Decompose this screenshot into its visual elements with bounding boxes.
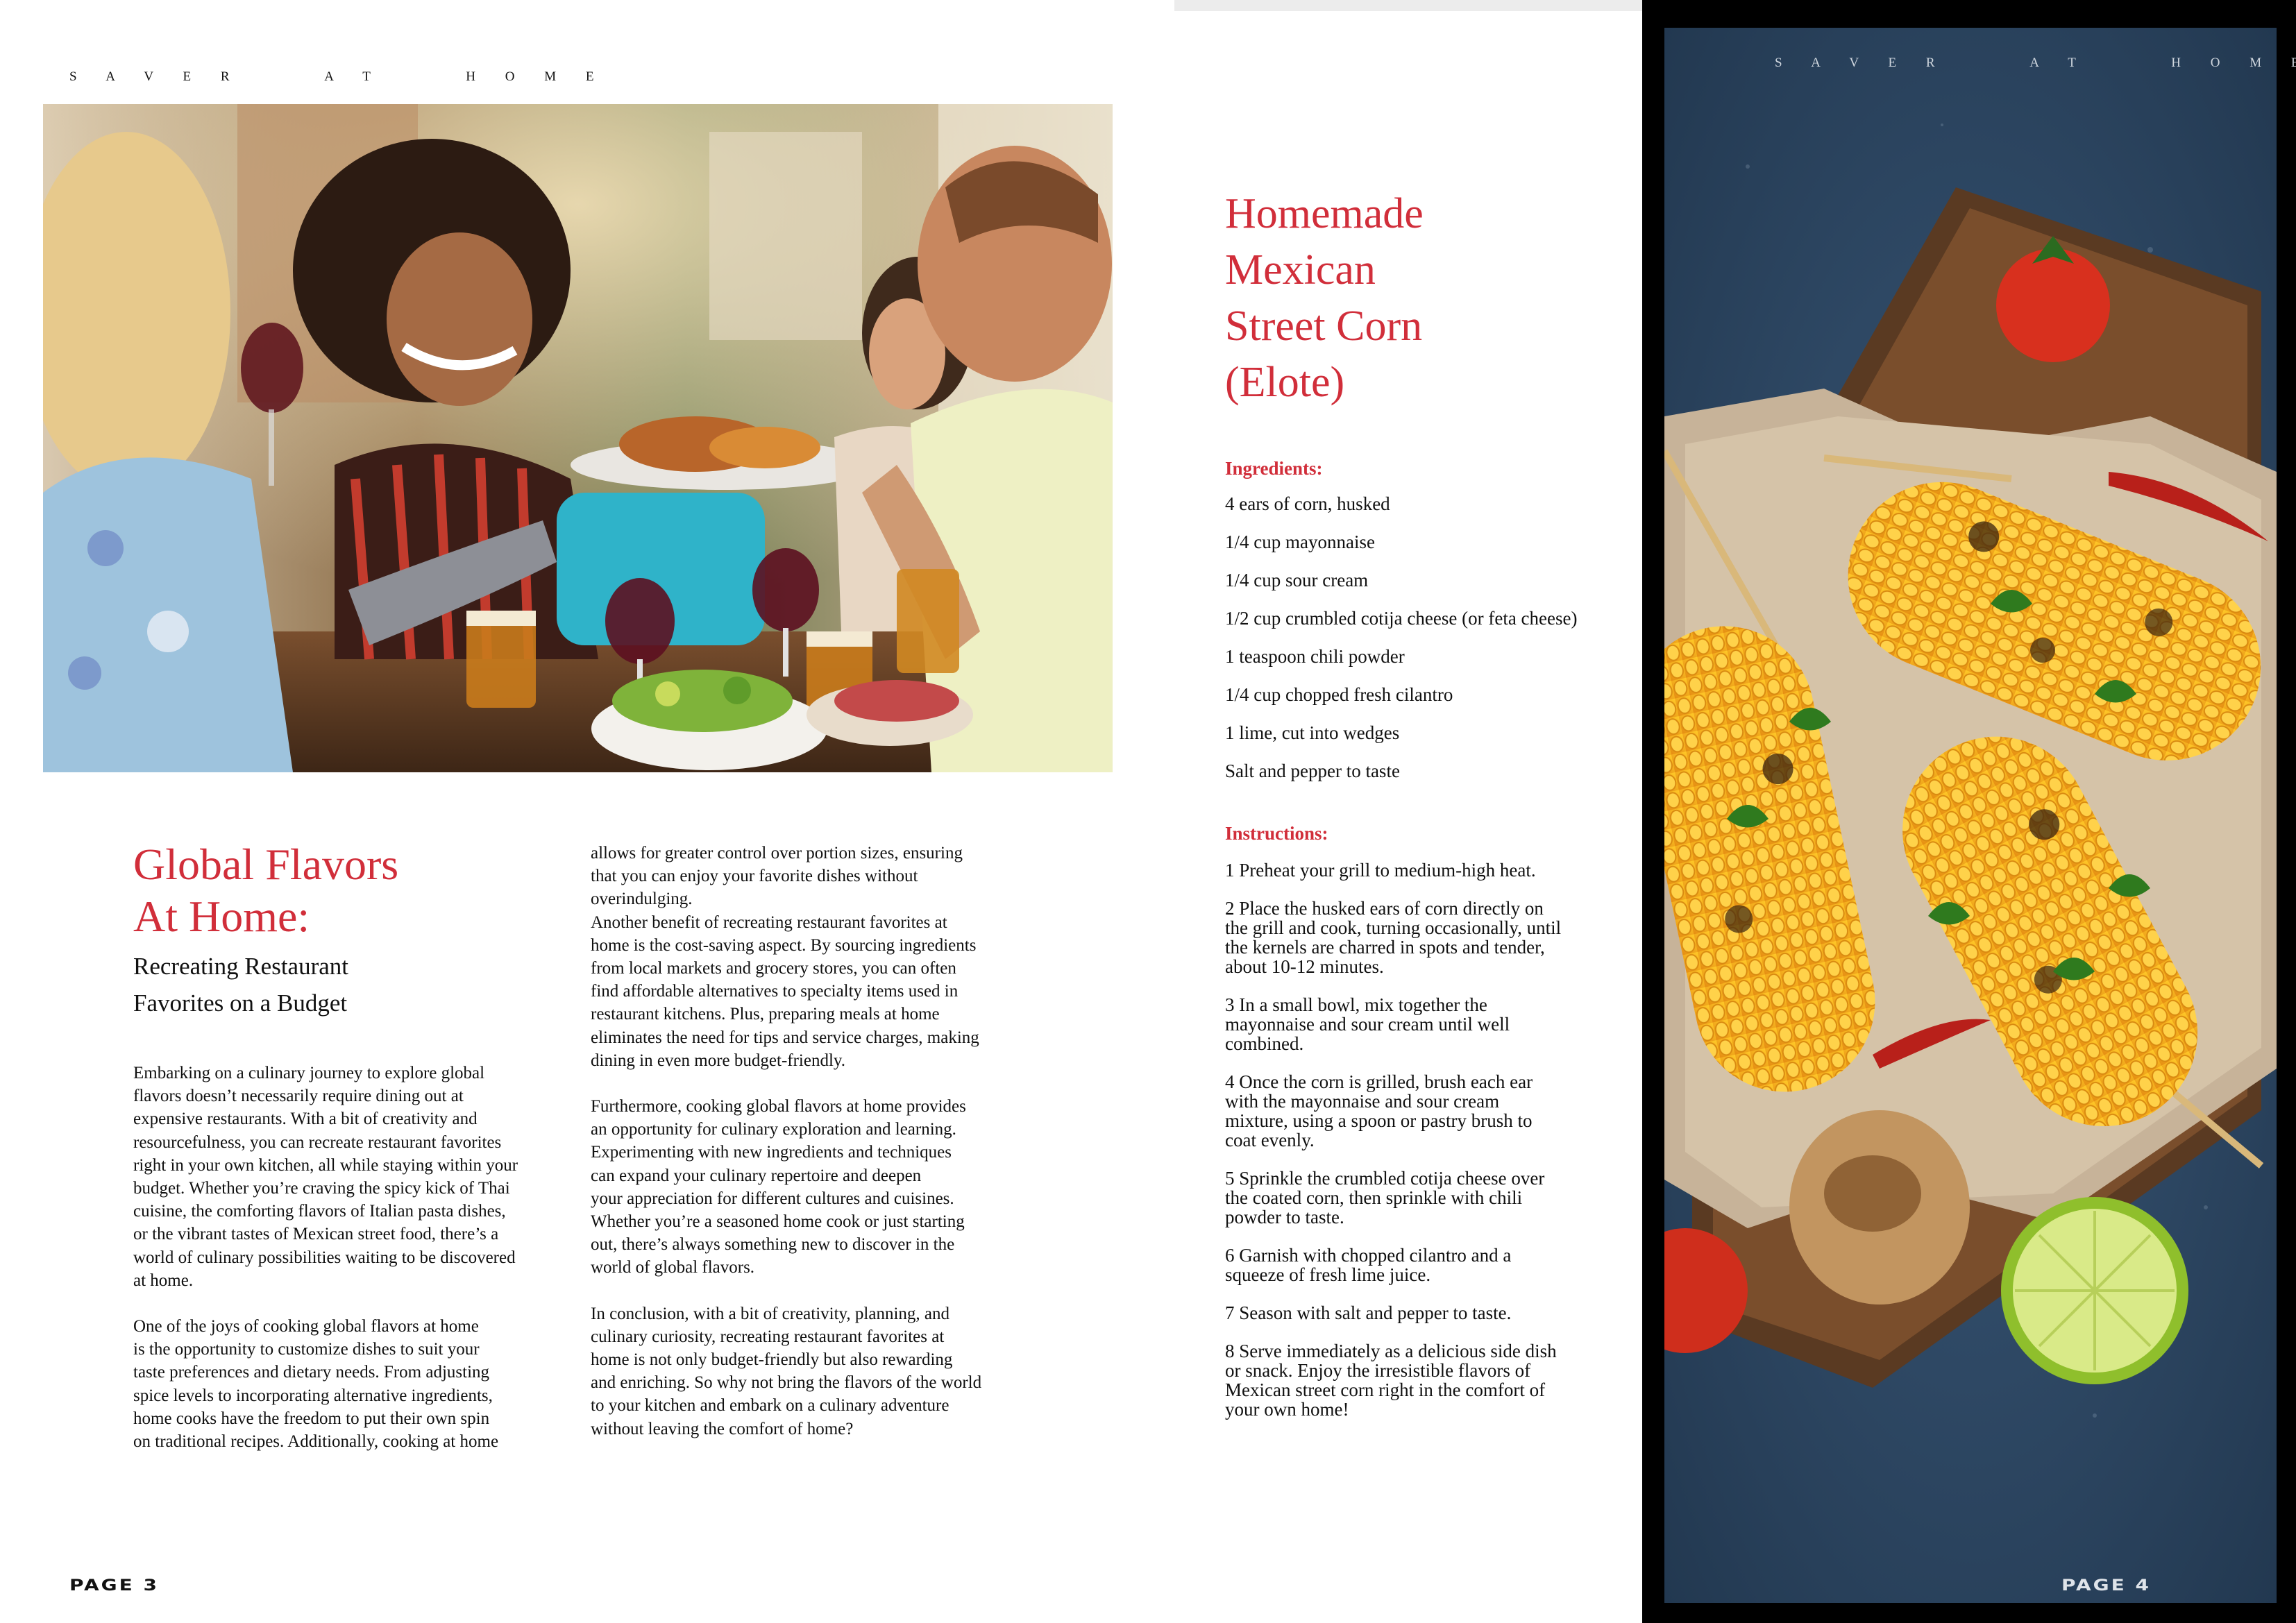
body-paragraph: One of the joys of cooking global flavor… (133, 1317, 499, 1452)
ingredient-item: 1/4 cup chopped fresh cilantro (1225, 684, 1453, 705)
article-title-line-1: Global Flavors (133, 840, 399, 889)
instruction-step: 4 Once the corn is grilled, brush each e… (1225, 1071, 1533, 1150)
article-subtitle-line-1: Recreating Restaurant (133, 953, 349, 980)
recipe-title-line: Homemade (1225, 190, 1424, 237)
ingredient-item: Salt and pepper to taste (1225, 760, 1400, 781)
street-corn-photo (1664, 28, 2277, 1603)
instruction-step: 8 Serve immediately as a delicious side … (1225, 1341, 1557, 1420)
body-paragraph: Furthermore, cooking global flavors at h… (591, 1097, 966, 1277)
recipe-title: Homemade Mexican Street Corn (Elote) (1225, 186, 1586, 411)
body-column-2: allows for greater control over portion … (591, 842, 1035, 1441)
page-number-right: PAGE 4 (2061, 1576, 2151, 1595)
article-subtitle: Recreating Restaurant Favorites on a Bud… (133, 948, 577, 1021)
body-paragraph: Embarking on a culinary journey to explo… (133, 1064, 518, 1290)
street-corn-illustration (1664, 28, 2277, 1603)
ingredient-item: 1/4 cup mayonnaise (1225, 532, 1375, 552)
ingredient-item: 1 teaspoon chili powder (1225, 646, 1405, 667)
ingredient-item: 1/2 cup crumbled cotija cheese (or feta … (1225, 608, 1578, 629)
left-page: S A V E R A T H O M E Global Flavors At … (0, 0, 1173, 1623)
instruction-step: 6 Garnish with chopped cilantro and a sq… (1225, 1245, 1512, 1285)
instructions-list: 1 Preheat your grill to medium-high heat… (1225, 860, 1565, 1438)
recipe-title-line: Mexican (1225, 246, 1376, 294)
ingredients-list: 4 ears of corn, husked 1/4 cup mayonnais… (1225, 494, 1586, 799)
body-paragraph: In conclusion, with a bit of creativity,… (591, 1304, 982, 1438)
article-title-line-2: At Home: (133, 892, 310, 941)
article-title: Global Flavors At Home: (133, 838, 550, 942)
instruction-step: 7 Season with salt and pepper to taste. (1225, 1302, 1512, 1323)
ingredient-item: 1 lime, cut into wedges (1225, 722, 1400, 743)
page-number-left: PAGE 3 (69, 1576, 159, 1595)
recipe-title-line: (Elote) (1225, 359, 1345, 406)
top-gutter-strip (1174, 0, 1642, 11)
body-paragraph: allows for greater control over portion … (591, 844, 979, 1070)
instruction-step: 5 Sprinkle the crumbled cotija cheese ov… (1225, 1168, 1545, 1227)
instruction-step: 3 In a small bowl, mix together the mayo… (1225, 994, 1510, 1054)
hero-photo-illustration (43, 104, 1113, 772)
hero-photo-dinner-party (43, 104, 1113, 772)
recipe-title-line: Street Corn (1225, 303, 1423, 350)
masthead-right: S A V E R A T H O M E (1775, 56, 2296, 70)
instruction-step: 1 Preheat your grill to medium-high heat… (1225, 860, 1536, 881)
instructions-heading: Instructions: (1225, 823, 1328, 844)
ingredient-item: 4 ears of corn, husked (1225, 493, 1390, 514)
article-subtitle-line-2: Favorites on a Budget (133, 989, 348, 1017)
ingredients-heading: Ingredients: (1225, 458, 1323, 479)
ingredient-item: 1/4 cup sour cream (1225, 570, 1369, 590)
masthead: S A V E R A T H O M E (69, 69, 607, 84)
body-column-1: Embarking on a culinary journey to explo… (133, 1062, 572, 1453)
instruction-step: 2 Place the husked ears of corn directly… (1225, 898, 1562, 977)
